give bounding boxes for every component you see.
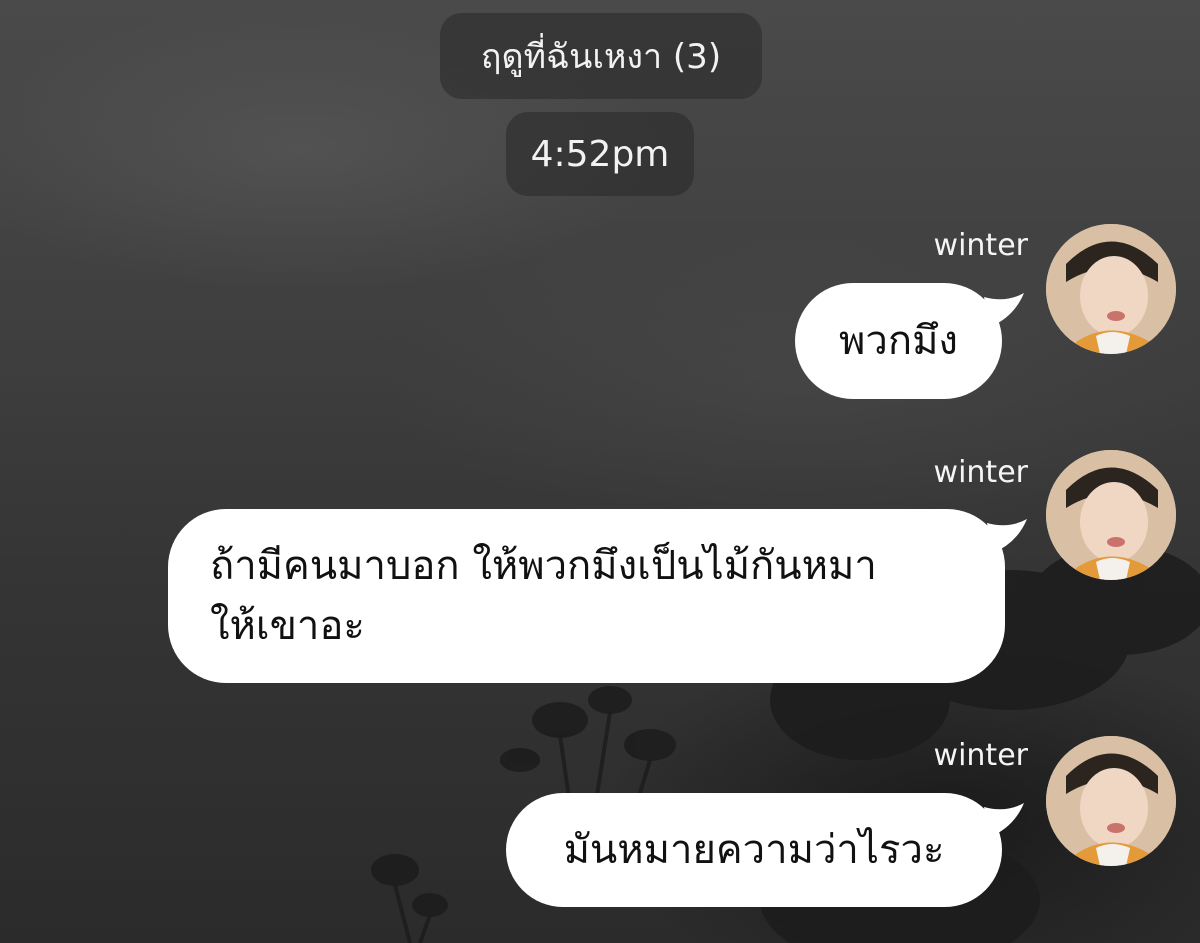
- timestamp-pill: 4:52pm: [506, 112, 694, 196]
- timestamp: 4:52pm: [530, 133, 670, 175]
- avatar[interactable]: [1046, 736, 1176, 866]
- bubble-tail: [984, 293, 1024, 327]
- message-bubble[interactable]: พวกมึง: [795, 283, 1024, 399]
- message-bubble[interactable]: ถ้ามีคนมาบอก ให้พวกมึงเป็นไม้กันหมา ให้เ…: [168, 509, 1027, 683]
- sender-name: winter: [933, 455, 1028, 490]
- chat-title-pill[interactable]: ฤดูที่ฉันเหงา (3): [440, 13, 762, 99]
- avatar-image: [1046, 450, 1176, 580]
- sender-name: winter: [933, 228, 1028, 263]
- sender-name: winter: [933, 738, 1028, 773]
- message-line: ถ้ามีคนมาบอก ให้พวกมึงเป็นไม้กันหมา: [210, 543, 877, 589]
- chat-title: ฤดูที่ฉันเหงา (3): [480, 37, 722, 77]
- message-text: พวกมึง: [839, 318, 958, 364]
- avatar-image: [1046, 224, 1176, 354]
- message-text: มันหมายความว่าไรวะ: [563, 827, 945, 873]
- bubble-tail: [987, 519, 1027, 553]
- message-line: ให้เขาอะ: [210, 603, 365, 649]
- message-bubble[interactable]: มันหมายความว่าไรวะ: [506, 793, 1024, 907]
- avatar[interactable]: [1046, 224, 1176, 354]
- bubble-tail: [984, 803, 1024, 837]
- avatar-image: [1046, 736, 1176, 866]
- avatar[interactable]: [1046, 450, 1176, 580]
- message-text: ถ้ามีคนมาบอก ให้พวกมึงเป็นไม้กันหมา ให้เ…: [210, 536, 877, 656]
